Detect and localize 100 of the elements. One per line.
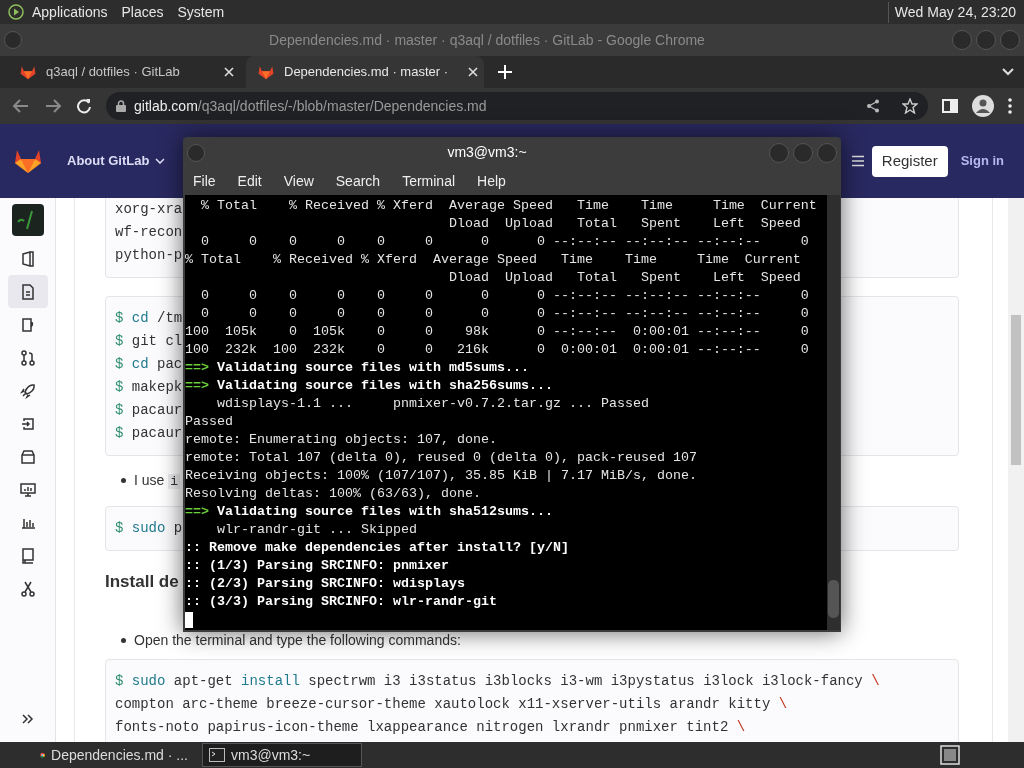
- profile-icon[interactable]: [972, 95, 994, 117]
- terminal-line: remote: Enumerating objects: 107, done.: [185, 431, 498, 449]
- code-line: $ git cl: [115, 332, 183, 351]
- chevron-down-icon[interactable]: [1002, 68, 1014, 76]
- sidebar-item[interactable]: [7, 275, 48, 308]
- code-line: $ pacaur: [115, 401, 183, 420]
- terminal-line: ==> Validating source files with sha512sums...: [185, 503, 554, 521]
- menu-logo-icon[interactable]: [8, 4, 24, 20]
- terminal-line: Resolving deltas: 100% (63/63), done.: [185, 485, 482, 503]
- menu-icon[interactable]: [851, 155, 864, 167]
- terminal-menu[interactable]: View: [283, 171, 314, 192]
- more-icon[interactable]: [1008, 98, 1012, 114]
- clock[interactable]: Wed May 24, 23:20: [887, 1, 1016, 23]
- scrollbar[interactable]: [1008, 198, 1024, 742]
- package-icon: [19, 448, 36, 465]
- terminal-line: :: (2/3) Parsing SRCINFO: wdisplays: [185, 575, 466, 593]
- side-panel-icon[interactable]: [942, 99, 958, 113]
- bullet-text: I use i: [134, 471, 181, 491]
- close-tab-icon[interactable]: [224, 67, 234, 77]
- star-icon[interactable]: [902, 98, 918, 114]
- terminal-line: % Total % Received % Xferd Average Speed Time Time Time Current: [200, 197, 818, 215]
- bullet-icon: [121, 478, 126, 484]
- scrollbar-thumb[interactable]: [828, 580, 839, 618]
- code-line: xorg-xra: [115, 200, 183, 219]
- code-line: wf-recon: [115, 223, 183, 242]
- panel-menu[interactable]: Applications: [32, 1, 108, 23]
- bullet-text: Open the terminal and type the following commands:: [134, 631, 461, 650]
- book-icon: [19, 547, 36, 564]
- terminal-line: Dload Upload Total Spent Left Speed: [447, 215, 802, 233]
- code-line: compton arc-theme breeze-cursor-theme xautolock x11-xserver-utils arandr kitty \: [115, 695, 788, 714]
- window-title: vm3@vm3:~: [446, 143, 528, 162]
- terminal-line: wdisplays-1.1 ... pnmixer-v0.7.2.tar.gz ... Passed: [216, 395, 650, 413]
- code-line: $ sudo p: [115, 518, 183, 538]
- taskbar-label: Dependencies.md · ...: [51, 745, 188, 765]
- gitlab-logo-icon[interactable]: [14, 148, 42, 174]
- url-text: gitlab.com/q3aql/dotfiles/-/blob/master/Dependencies.md: [134, 96, 487, 116]
- browser-tab[interactable]: Dependencies.md · master ·: [246, 56, 484, 88]
- lock-icon: [116, 100, 126, 112]
- scrollbar[interactable]: [827, 195, 840, 630]
- taskbar-item[interactable]: vm3@vm3:~: [202, 743, 362, 767]
- share-icon[interactable]: [866, 99, 880, 113]
- project-avatar[interactable]: [11, 204, 44, 236]
- terminal-line: :: (1/3) Parsing SRCINFO: pnmixer: [185, 557, 450, 575]
- scrollbar-thumb[interactable]: [1011, 315, 1021, 465]
- terminal-line: :: (3/3) Parsing SRCINFO: wlr-randr-git: [185, 593, 498, 611]
- deploy-icon: [19, 415, 36, 432]
- terminal-line: 100 105k 0 105k 0 0 98k 0 --:--:-- 0:00:01 --:--:-- 0: [185, 323, 810, 341]
- terminal-line: :: Remove make dependencies after install? [y/N]: [185, 539, 570, 557]
- sign-in-link[interactable]: Sign in: [960, 151, 1004, 171]
- book-icon: [19, 250, 36, 267]
- panel-menu[interactable]: System: [177, 1, 225, 23]
- code-line: $ sudo apt-get install spectrwm i3 i3status i3blocks i3-wm i3pystatus i3lock i3lock-fancy \: [115, 672, 880, 691]
- code-line: $ makepk: [115, 378, 183, 397]
- back-icon[interactable]: [12, 98, 30, 114]
- terminal-line: 100 232k 100 232k 0 0 216k 0 0:00:01 0:00:01 --:--:-- 0: [185, 341, 810, 359]
- window-title: Dependencies.md · master · q3aql / dotfiles · GitLab - Google Chrome: [268, 30, 706, 50]
- code-line: $ pacaur: [115, 424, 183, 443]
- browser-tab[interactable]: q3aql / dotfiles · GitLab: [8, 56, 246, 88]
- terminal-menu[interactable]: Terminal: [402, 171, 456, 192]
- show-desktop-icon[interactable]: [940, 745, 960, 765]
- register-button[interactable]: Register: [871, 145, 948, 177]
- terminal-menu[interactable]: Search: [335, 171, 381, 192]
- terminal-line: Passed: [185, 413, 234, 431]
- code-line: $ cd pac: [115, 355, 183, 374]
- file-icon: [19, 283, 36, 300]
- terminal-icon: [209, 748, 225, 762]
- tab-title: Dependencies.md · master ·: [284, 63, 448, 82]
- terminal-window[interactable]: [183, 137, 841, 632]
- bullet-icon: [121, 638, 126, 643]
- terminal-menu[interactable]: Help: [477, 171, 506, 192]
- chevron-down-icon: [155, 158, 166, 164]
- terminal-line: % Total % Received % Xferd Average Speed Time Time Time Current: [185, 251, 802, 269]
- section-heading: Install de: [105, 570, 179, 593]
- issues-icon: [19, 316, 36, 333]
- terminal-line: ==> Validating source files with sha256sums...: [185, 377, 554, 395]
- terminal-line: Dload Upload Total Spent Left Speed: [447, 269, 802, 287]
- terminal-line: 0 0 0 0 0 0 0 0 --:--:-- --:--:-- --:--:-- 0: [200, 233, 810, 251]
- code-line: $ cd /tm: [115, 309, 183, 328]
- terminal-line: remote: Total 107 (delta 0), reused 0 (delta 0), pack-reused 107: [185, 449, 698, 467]
- code-line: fonts-noto papirus-icon-theme lxappearance nitrogen lxrandr pnmixer tint2 \: [115, 718, 746, 737]
- monitor-icon: [19, 481, 36, 498]
- reload-icon[interactable]: [76, 98, 92, 114]
- terminal-menu[interactable]: Edit: [237, 171, 262, 192]
- terminal-line: wlr-randr-git ... Skipped: [216, 521, 418, 539]
- taskbar-item[interactable]: Dependencies.md · ...: [34, 743, 194, 767]
- code-line: python-p: [115, 246, 183, 265]
- terminal-line: 0 0 0 0 0 0 0 0 --:--:-- --:--:-- --:--:-- 0: [200, 287, 810, 305]
- scissors-icon: [19, 580, 36, 597]
- collapse-sidebar-icon[interactable]: [21, 714, 34, 724]
- new-tab-icon[interactable]: [498, 65, 512, 79]
- rocket-icon: [19, 382, 36, 399]
- text-cursor: [185, 612, 193, 628]
- close-tab-icon[interactable]: [468, 67, 478, 77]
- address-bar[interactable]: gitlab.com/q3aql/dotfiles/-/blob/master/Dependencies.md: [106, 92, 928, 120]
- taskbar-label: vm3@vm3:~: [231, 745, 311, 765]
- panel-menu[interactable]: Places: [121, 1, 164, 23]
- forward-icon[interactable]: [44, 98, 62, 114]
- terminal-menu[interactable]: File: [193, 171, 216, 192]
- terminal-line: Receiving objects: 100% (107/107), 35.85 KiB | 7.17 MiB/s, done.: [185, 467, 698, 485]
- about-gitlab-menu[interactable]: About GitLab: [67, 151, 166, 171]
